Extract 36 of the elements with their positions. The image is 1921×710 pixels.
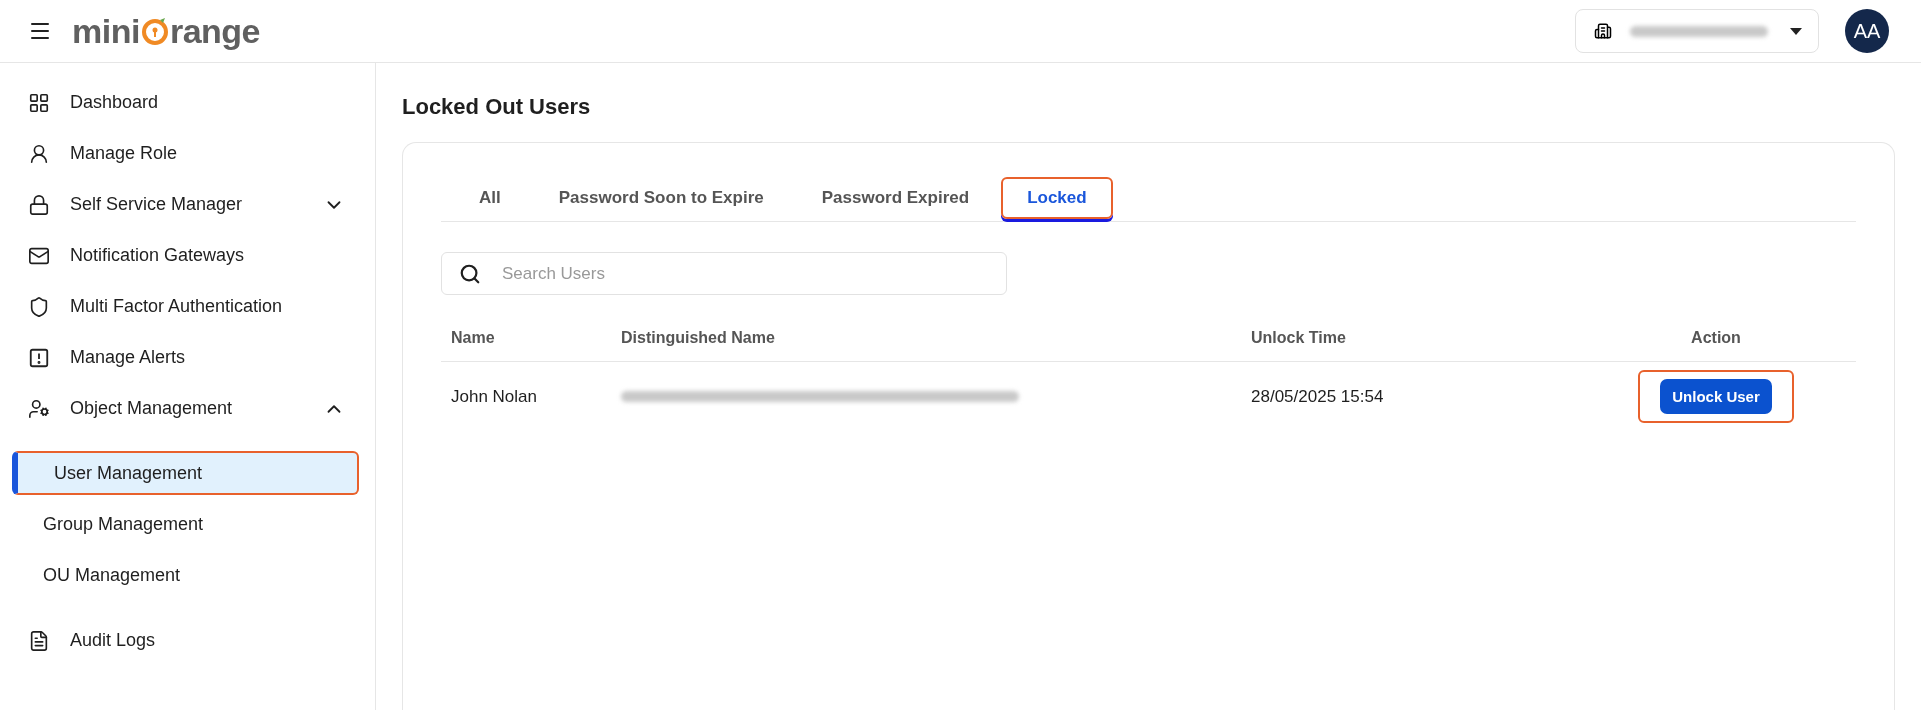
tab[interactable]: Password Expired: [795, 177, 996, 219]
sidebar-item[interactable]: Manage Alerts: [0, 332, 375, 383]
user-gear-icon: [28, 397, 50, 420]
building-icon: [1594, 22, 1612, 40]
sidebar-item[interactable]: Multi Factor Authentication: [0, 281, 375, 332]
table-cell: John Nolan: [441, 361, 611, 431]
sidebar-subitem[interactable]: User Management: [12, 451, 359, 495]
user-icon: [28, 142, 50, 165]
logo: mini range: [72, 11, 260, 51]
column-header: Distinguished Name: [611, 315, 1241, 362]
tab[interactable]: Locked: [1001, 177, 1113, 219]
sidebar-item[interactable]: Self Service Manager: [0, 179, 375, 230]
tab[interactable]: Password Soon to Expire: [532, 177, 790, 219]
sidebar-item[interactable]: Notification Gateways: [0, 230, 375, 281]
lock-icon: [28, 193, 50, 216]
shield-icon: [28, 295, 50, 318]
page-title: Locked Out Users: [402, 94, 592, 120]
caret-icon: [1790, 27, 1802, 35]
tab[interactable]: All: [453, 177, 527, 219]
grid-icon: [28, 91, 50, 114]
sidebar-subitem[interactable]: Group Management: [12, 502, 359, 546]
sidebar-item[interactable]: Manage Role: [0, 128, 375, 179]
search-icon: [459, 263, 481, 285]
column-header: Unlock Time: [1241, 315, 1576, 362]
column-header: Name: [441, 315, 611, 362]
sidebar-item[interactable]: Object Management: [0, 383, 375, 434]
sidebar-item[interactable]: Audit Logs: [0, 615, 375, 666]
avatar[interactable]: AA: [1845, 9, 1889, 53]
sidebar-subitem[interactable]: OU Management: [12, 553, 359, 597]
document-icon: [28, 629, 50, 652]
unlock-user-button[interactable]: Unlock User: [1660, 379, 1772, 414]
column-header: Action: [1576, 315, 1856, 362]
alert-icon: [28, 346, 50, 369]
table-cell: 28/05/2025 15:54: [1241, 361, 1576, 431]
search-field[interactable]: Search Users: [441, 252, 1007, 295]
sidebar-item[interactable]: Dashboard: [0, 77, 375, 128]
